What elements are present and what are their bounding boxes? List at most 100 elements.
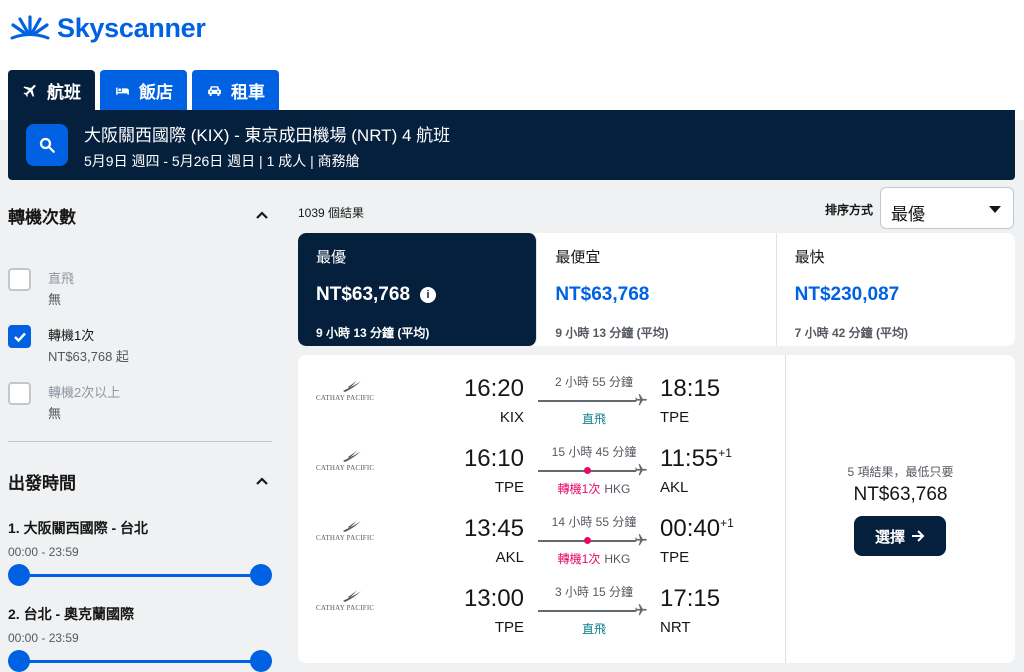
slider-handle-start[interactable] [8,650,30,672]
itinerary-price: NT$63,768 [853,484,948,505]
sort-tab-title: 最便宜 [555,249,601,266]
airline-name: CATHAY PACIFIC [316,464,375,472]
search-icon [39,137,55,153]
sort-tab-fastest[interactable]: 最快 NT$230,087 7 小時 42 分鐘 (平均) [777,233,1015,346]
plane-icon [635,534,647,546]
trip-details: 5月9日 週四 - 5月26日 週日 | 1 成人 | 商務艙 [84,153,360,169]
bed-icon [116,87,129,95]
sort-tab-cheapest[interactable]: 最便宜 NT$63,768 9 小時 13 分鐘 (平均) [537,233,777,346]
tab-car-hire[interactable]: 租車 [192,70,279,110]
plane-icon [635,394,647,406]
checkbox-two-plus[interactable] [8,382,31,405]
airline-logo: CATHAY PACIFIC [316,519,386,545]
arrival-time: 18:15 [660,375,720,403]
slider-handle-end[interactable] [250,650,272,672]
select-button[interactable]: 選擇 [854,516,946,556]
stopover-airport: HKG [604,552,631,566]
arrival-airport: NRT [660,619,691,636]
sort-tab-price: NT$230,087 [794,284,900,305]
checkbox-one-stop[interactable] [8,325,31,348]
search-summary-bar[interactable]: 大阪關西國際 (KIX) - 東京成田機場 (NRT) 4 航班 5月9日 週四… [8,110,1015,180]
sort-tab-duration: 9 小時 13 分鐘 (平均) [555,326,669,340]
arrival-airport: AKL [660,479,689,496]
sunburst-logo-icon [10,15,50,40]
tab-flights[interactable]: 航班 [8,70,95,110]
slider-track [18,574,262,577]
search-button[interactable] [26,124,68,166]
arrival-airport: TPE [660,549,690,566]
leg-1-range: 00:00 - 23:59 [8,545,79,559]
plane-icon [23,84,36,97]
caret-down-icon [989,206,1001,213]
stops-option-two-plus[interactable]: 轉機2次以上 無 [8,382,273,423]
option-label: 直飛 [48,271,75,286]
stops-filter-title: 轉機次數 [8,207,76,227]
arrow-right-icon [912,530,925,542]
departure-time: 13:00 [463,585,524,612]
stops-label: 直飛 [581,412,606,426]
sort-tab-duration: 9 小時 13 分鐘 (平均) [316,326,430,340]
leg-1-time-slider[interactable] [8,564,272,586]
top-bar: Skyscanner 航班 飯店 租車 [0,0,1024,120]
deals-count: 5 項結果，最低只要 [847,465,954,479]
departure-filter-title: 出發時間 [8,473,76,493]
stops-filter-header[interactable]: 轉機次數 [8,200,273,230]
sort-value: 最優 [891,205,925,224]
option-price: 無 [48,292,62,307]
departure-time: 16:20 [463,375,524,402]
results-count: 1039 個結果 [298,206,365,220]
checkmark-icon [13,332,26,342]
departure-filter-header[interactable]: 出發時間 [8,466,273,496]
filters-sidebar: 轉機次數 直飛 無 轉機1次 NT$63,768 起 轉機2次以上 無 出發時間… [8,200,273,672]
cathay-pacific-brushwing-icon [343,450,361,462]
arrival-time: 17:15 [660,585,720,613]
itinerary-card[interactable]: CATHAY PACIFIC 16:20 KIX 2 小時 55 分鐘 直飛 1… [298,355,1015,663]
sort-label: 排序方式 [825,203,874,217]
stop-dot [584,537,591,544]
chevron-up-icon[interactable] [255,208,269,222]
slider-handle-start[interactable] [8,564,30,586]
tab-hotels[interactable]: 飯店 [100,70,187,110]
tab-label: 租車 [231,82,265,102]
select-button-label: 選擇 [874,528,905,546]
departure-airport: TPE [494,619,524,636]
plane-icon [635,604,647,616]
slider-handle-end[interactable] [250,564,272,586]
route-line [538,610,636,612]
sort-tab-best[interactable]: 最優 NT$63,768 i 9 小時 13 分鐘 (平均) [298,233,538,346]
departure-time: 16:10 [463,445,524,472]
option-label: 轉機1次 [48,328,95,343]
product-tabs: 航班 飯店 租車 [8,70,279,110]
arrival-time-value: 18:15 [660,375,721,402]
tab-label: 飯店 [139,82,173,102]
route-line [538,467,636,474]
chevron-up-icon[interactable] [255,474,269,488]
checkbox-direct[interactable] [8,268,31,291]
sort-tab-title: 最快 [794,249,825,266]
sort-dropdown[interactable]: 最優 [880,187,1014,229]
arrival-time: 11:55+1 [660,445,732,473]
stops-option-direct[interactable]: 直飛 無 [8,268,273,309]
arrival-airport: TPE [660,409,690,426]
flight-segment: CATHAY PACIFIC 16:10 TPE 15 小時 45 分鐘 轉機1… [298,425,785,496]
skyscanner-logo[interactable]: Skyscanner [8,10,206,46]
sort-tab-price: NT$63,768 [555,284,650,305]
stops-label: 轉機1次 [557,552,601,566]
leg-2-range: 00:00 - 23:59 [8,631,79,645]
stops-option-one-stop[interactable]: 轉機1次 NT$63,768 起 [8,325,273,366]
info-icon[interactable]: i [420,287,437,303]
next-day-indicator: +1 [718,446,732,460]
flight-segment: CATHAY PACIFIC 13:45 AKL 14 小時 55 分鐘 轉機1… [298,495,785,566]
flight-duration: 15 小時 45 分鐘 [551,445,637,459]
route-line [538,400,636,402]
arrival-time-value: 17:15 [660,585,721,612]
leg-1-title: 1. 大阪關西國際 - 台北 [8,520,149,536]
option-price: 無 [48,406,62,421]
stops-label: 直飛 [581,622,606,636]
airline-name: CATHAY PACIFIC [316,534,375,542]
cathay-pacific-brushwing-icon [343,590,361,602]
leg-2-time-slider[interactable] [8,650,272,672]
arrival-time-value: 00:40 [660,515,721,542]
brand-name: Skyscanner [57,12,206,43]
sort-tabs: 最優 NT$63,768 i 9 小時 13 分鐘 (平均) 最便宜 NT$63… [298,233,1015,346]
